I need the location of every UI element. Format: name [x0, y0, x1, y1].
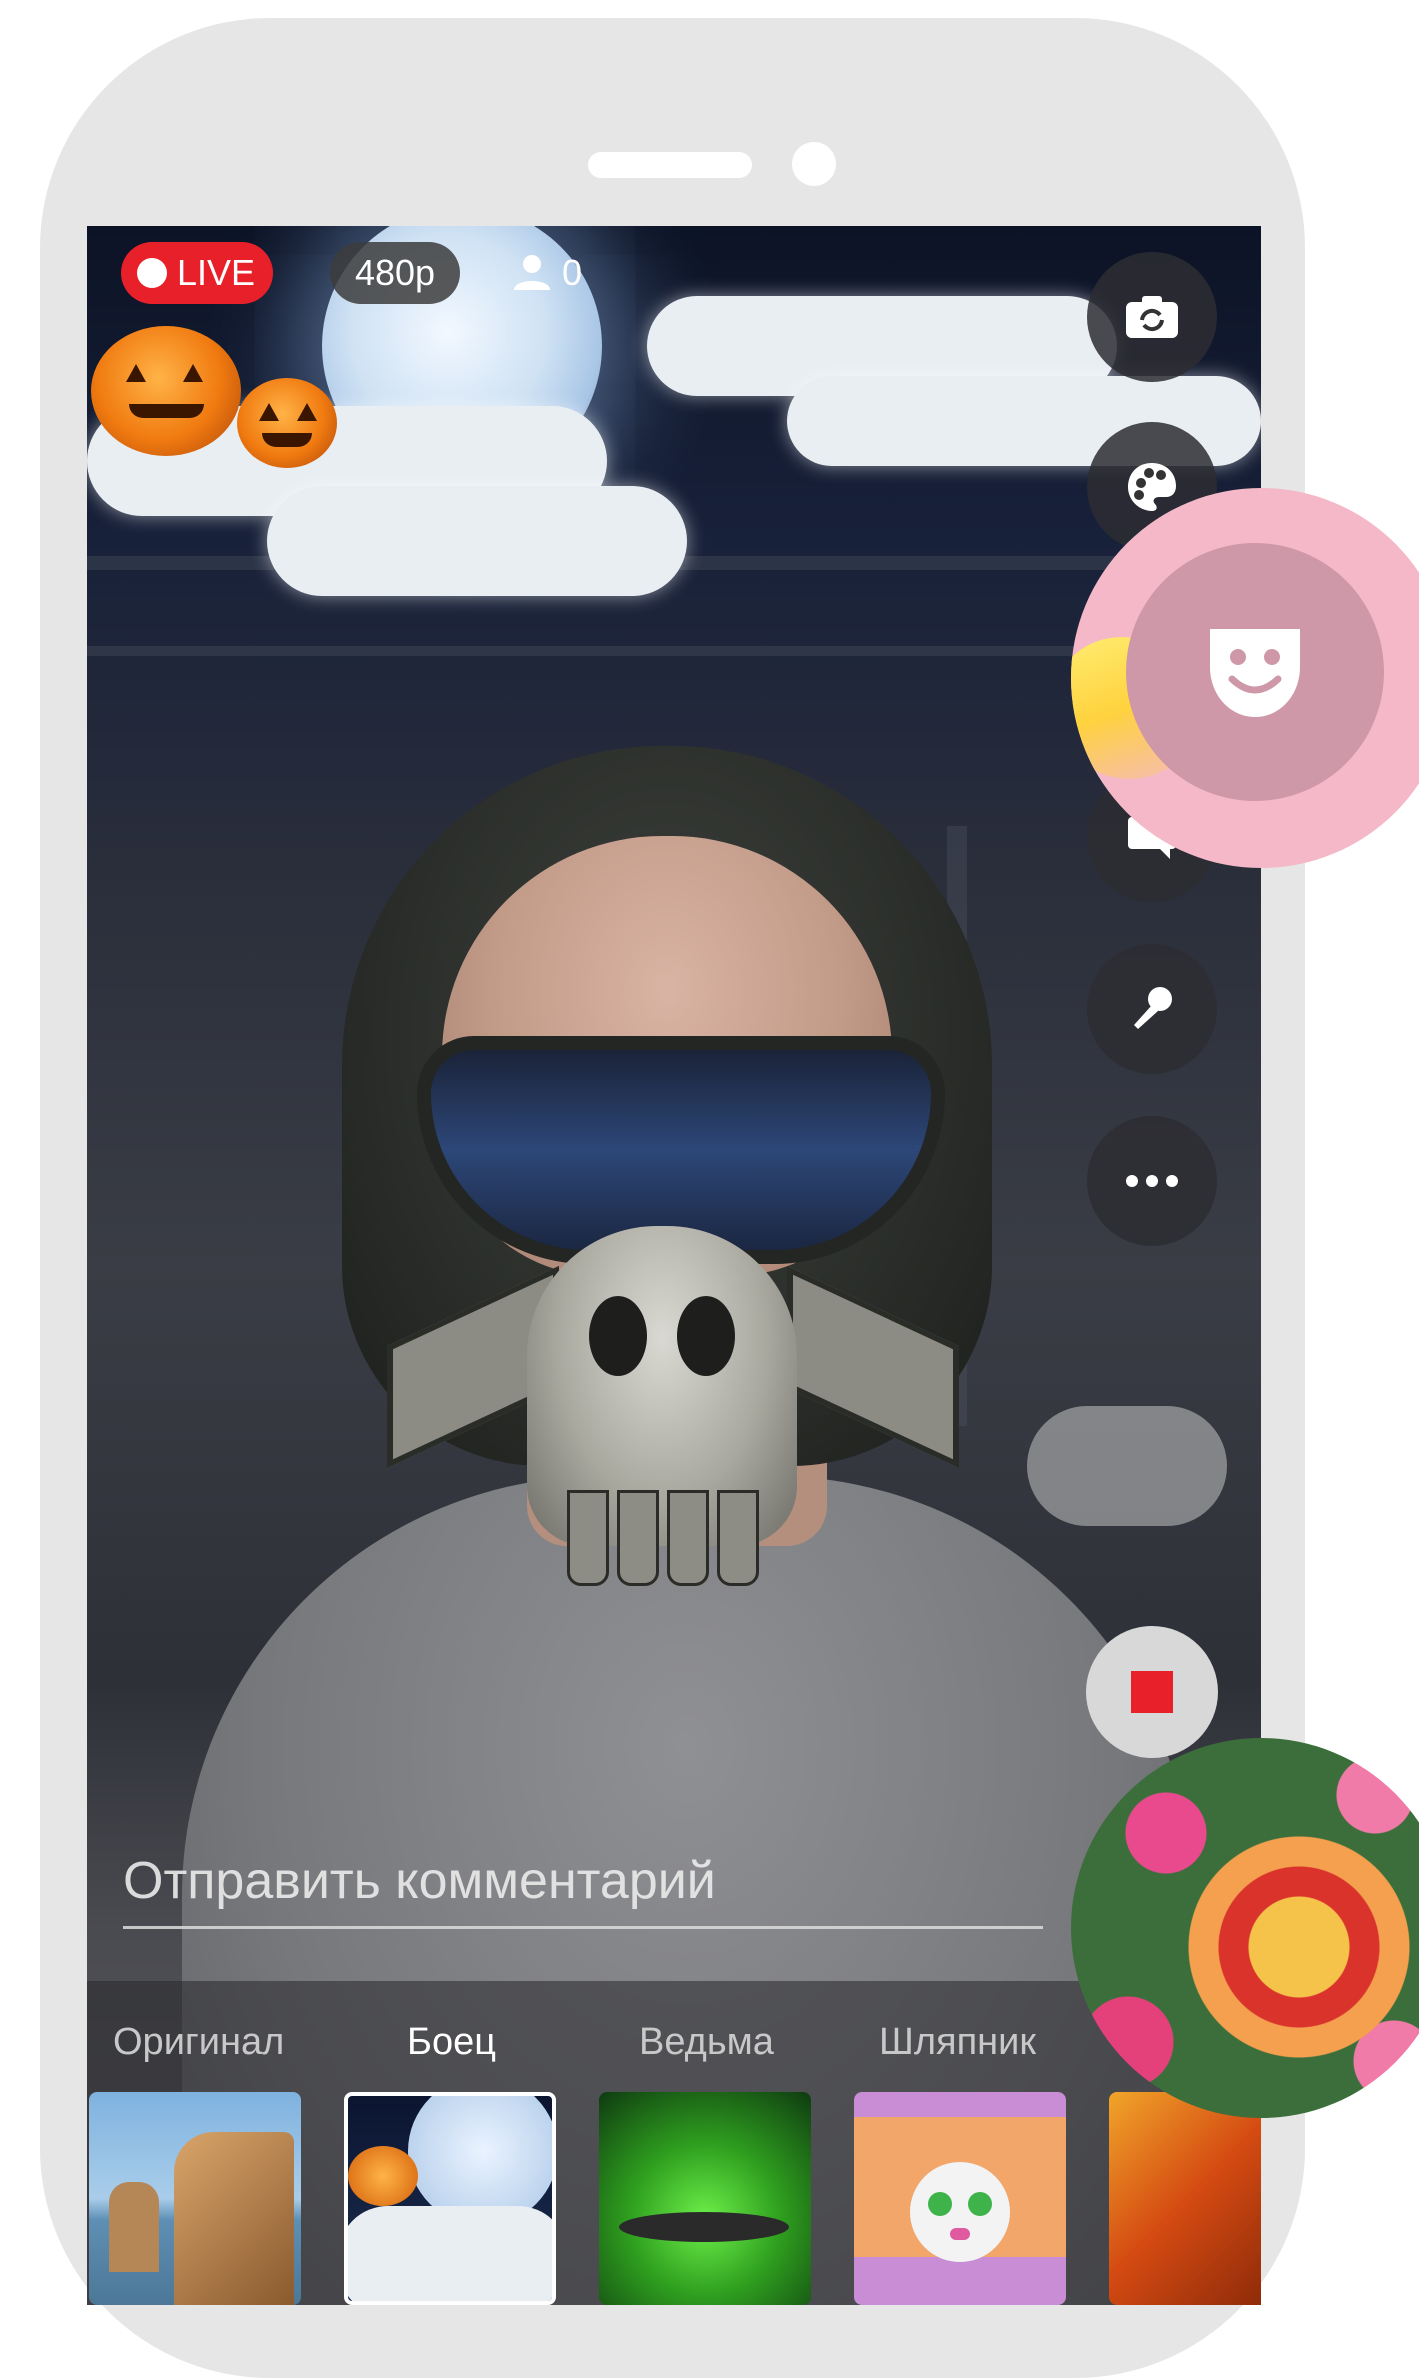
- filter-label-original[interactable]: Оригинал: [113, 2021, 284, 2064]
- skull-image: [910, 2162, 1010, 2262]
- microphone-icon: [1134, 987, 1172, 1029]
- rock-image: [174, 2132, 294, 2305]
- live-label: LIVE: [177, 252, 256, 293]
- mask-icon: [1210, 629, 1300, 717]
- phone-front-camera: [792, 142, 836, 186]
- ceiling-lamp: [1027, 1406, 1227, 1526]
- cloud-image: [348, 2206, 552, 2301]
- live-indicator-dot: [137, 258, 167, 288]
- filter-thumb-fighter[interactable]: [344, 2092, 556, 2305]
- phone-speaker: [588, 152, 752, 178]
- filter-label-witch[interactable]: Ведьма: [639, 2021, 774, 2064]
- filter-label-fighter[interactable]: Боец: [407, 2021, 496, 2064]
- stop-icon: [1131, 1671, 1173, 1713]
- pumpkin-effect: [237, 378, 337, 468]
- palette-icon: [1128, 463, 1176, 511]
- switch-camera-button[interactable]: [1087, 252, 1217, 382]
- mask-button[interactable]: [1126, 543, 1384, 801]
- pumpkin-image: [348, 2146, 418, 2206]
- filter-label-hatter[interactable]: Шляпник: [879, 2021, 1036, 2064]
- stop-broadcast-button[interactable]: [1086, 1626, 1218, 1758]
- quality-button[interactable]: 480p: [330, 242, 460, 304]
- filter-thumb-witch[interactable]: [599, 2092, 811, 2305]
- pumpkin-effect: [91, 326, 241, 456]
- cloud-effect: [267, 486, 687, 596]
- filter-thumb-autumn[interactable]: [1109, 2092, 1261, 2305]
- mask-filter-strip: Оригинал Боец Ведьма Шляпник: [87, 1981, 1261, 2305]
- more-icon: [1126, 1175, 1178, 1187]
- switch-camera-icon: [1126, 296, 1178, 338]
- microphone-button[interactable]: [1087, 944, 1217, 1074]
- live-badge: LIVE: [121, 242, 273, 304]
- filter-thumb-hatter[interactable]: [854, 2092, 1066, 2305]
- more-options-button[interactable]: [1087, 1116, 1217, 1246]
- rock-image: [109, 2182, 159, 2272]
- comment-input[interactable]: Отправить комментарий: [123, 1836, 1043, 1929]
- viewer-count: 0: [562, 252, 583, 293]
- skull-mask: [527, 1226, 797, 1586]
- filter-thumb-original[interactable]: [89, 2092, 301, 2305]
- viewers-icon: [514, 255, 550, 290]
- cauldron-image: [619, 2212, 789, 2242]
